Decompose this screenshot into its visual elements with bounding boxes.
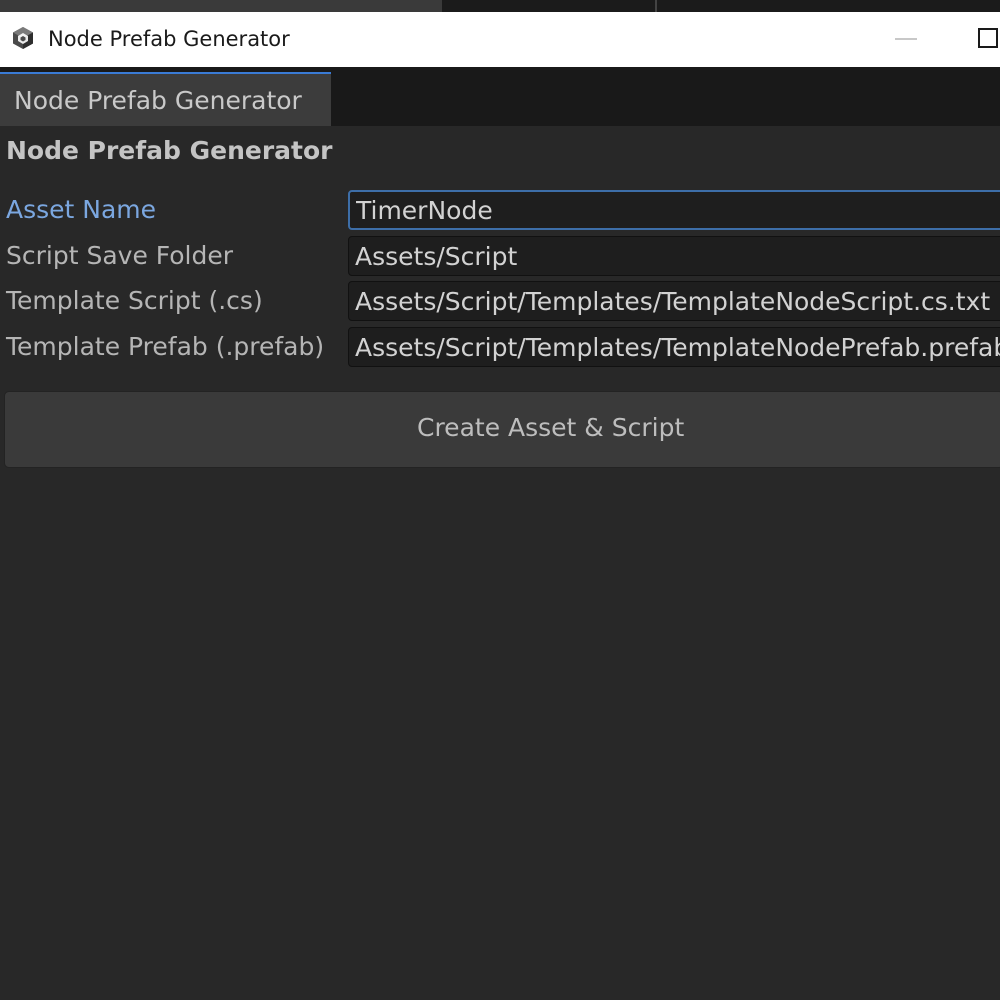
template-prefab-row: Template Prefab (.prefab) xyxy=(0,327,1000,369)
template-script-label: Template Script (.cs) xyxy=(6,286,263,315)
script-save-folder-input[interactable] xyxy=(349,237,1000,275)
background-window-segment xyxy=(0,0,442,12)
background-window-divider xyxy=(655,0,657,12)
editor-panel: Node Prefab Generator Asset Name Script … xyxy=(0,126,1000,1000)
asset-name-label: Asset Name xyxy=(6,195,157,224)
script-save-folder-field[interactable] xyxy=(348,236,1000,276)
asset-name-field[interactable] xyxy=(348,190,1000,230)
create-asset-script-button[interactable]: Create Asset & Script xyxy=(4,391,1000,468)
script-save-folder-label: Script Save Folder xyxy=(6,241,234,270)
tab-bar: Node Prefab Generator xyxy=(0,67,1000,126)
window-title: Node Prefab Generator xyxy=(48,27,290,51)
unity-cube-icon xyxy=(13,27,33,49)
asset-name-input[interactable] xyxy=(350,192,1000,228)
tab-node-prefab-generator[interactable]: Node Prefab Generator xyxy=(0,72,331,126)
window-titlebar[interactable]: Node Prefab Generator xyxy=(0,12,1000,67)
minimize-icon[interactable] xyxy=(895,38,917,40)
panel-heading: Node Prefab Generator xyxy=(6,136,333,165)
template-script-field[interactable] xyxy=(348,281,1000,321)
create-button-label: Create Asset & Script xyxy=(417,413,685,442)
background-window-strip xyxy=(0,0,1000,12)
maximize-icon[interactable] xyxy=(978,28,998,48)
template-prefab-field[interactable] xyxy=(348,327,1000,367)
template-script-input[interactable] xyxy=(349,282,1000,320)
template-prefab-label: Template Prefab (.prefab) xyxy=(6,332,325,361)
template-script-row: Template Script (.cs) xyxy=(0,281,1000,323)
asset-name-row: Asset Name xyxy=(0,190,1000,232)
tab-label: Node Prefab Generator xyxy=(14,86,302,115)
script-save-folder-row: Script Save Folder xyxy=(0,236,1000,278)
template-prefab-input[interactable] xyxy=(349,328,1000,366)
